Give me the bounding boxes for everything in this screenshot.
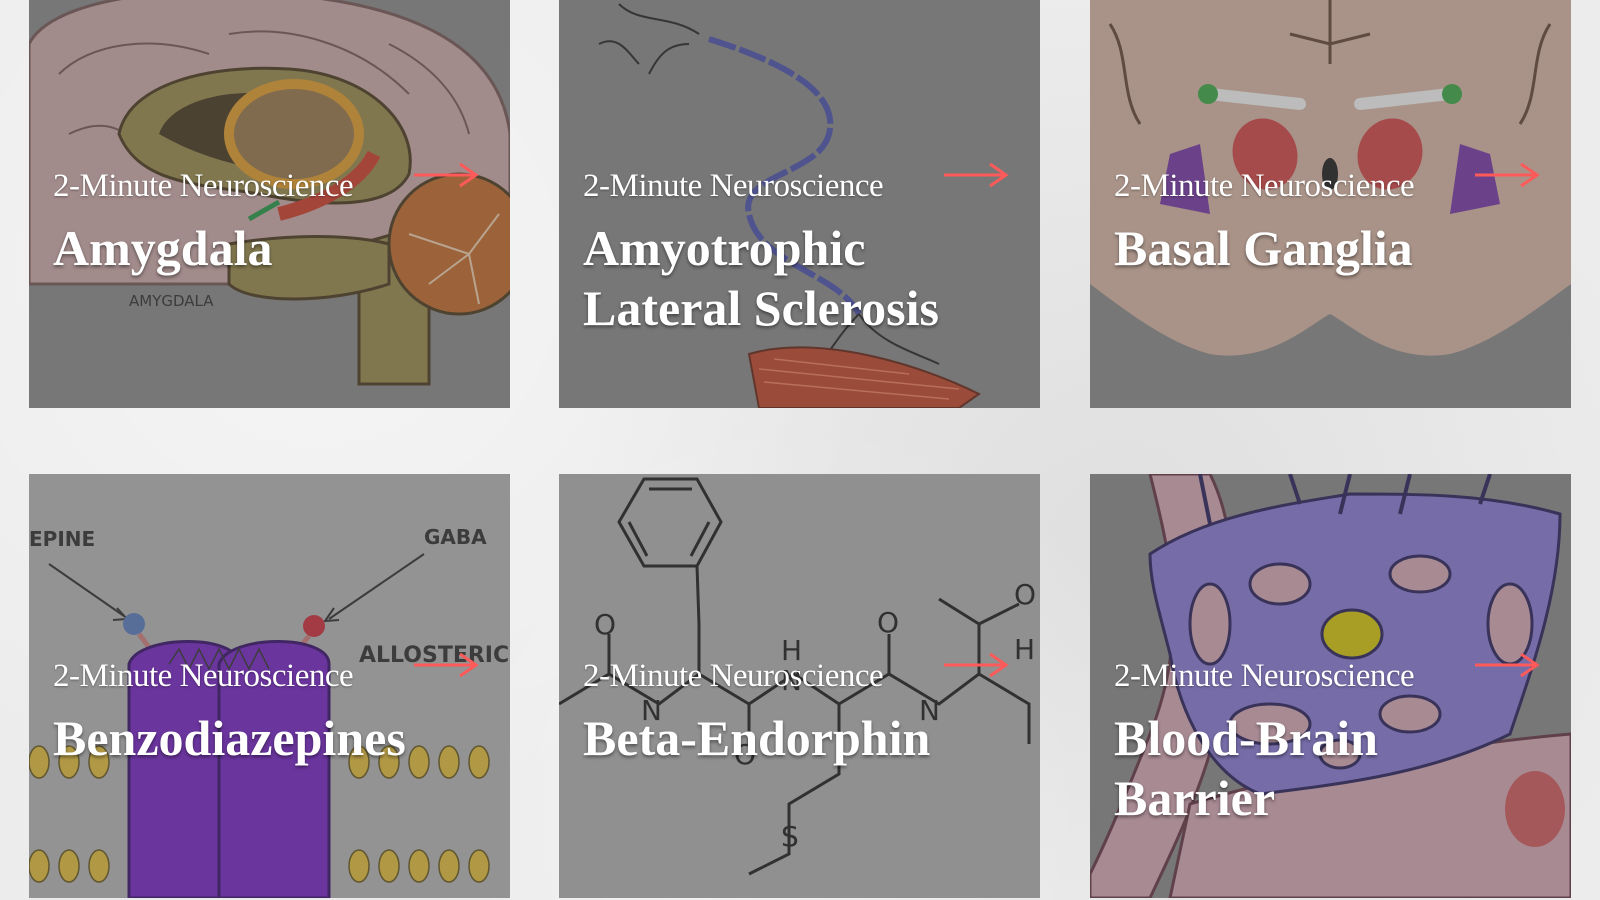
card-title: Blood-Brain Barrier <box>1114 710 1378 826</box>
card-beta-endorphin[interactable]: O O H N N N O O H S 2-Minute Neuroscienc… <box>559 474 1040 898</box>
card-title: Amyotrophic Lateral Sclerosis <box>583 220 939 336</box>
card-label: 2-Minute Neuroscience Blood-Brain Barrie… <box>1114 652 1551 828</box>
arrow-right-icon <box>944 162 1009 188</box>
card-benzodiazepines[interactable]: EPINE GABA ALLOSTERIC 2-Minute Neuroscie… <box>29 474 510 898</box>
card-title: Benzodiazepines <box>53 710 406 766</box>
arrow-right-icon <box>414 652 479 678</box>
arrow-right-icon <box>944 652 1009 678</box>
card-label: 2-Minute Neuroscience Amyotrophic Latera… <box>583 162 1020 338</box>
arrow-right-icon <box>1475 652 1540 678</box>
card-label: 2-Minute Neuroscience Amygdala <box>53 162 490 278</box>
card-label: 2-Minute Neuroscience Beta-Endorphin <box>583 652 1020 768</box>
card-amygdala[interactable]: AMYGDALA 2-Minute Neuroscience Amygdala <box>29 0 510 408</box>
card-basal-ganglia[interactable]: 2-Minute Neuroscience Basal Ganglia <box>1090 0 1571 408</box>
card-title: Basal Ganglia <box>1114 220 1413 276</box>
arrow-right-icon <box>1475 162 1540 188</box>
card-label: 2-Minute Neuroscience Basal Ganglia <box>1114 162 1551 278</box>
card-title: Amygdala <box>53 220 273 276</box>
arrow-right-icon <box>414 162 479 188</box>
card-label: 2-Minute Neuroscience Benzodiazepines <box>53 652 490 768</box>
card-blood-brain-barrier[interactable]: 2-Minute Neuroscience Blood-Brain Barrie… <box>1090 474 1571 898</box>
card-amyotrophic-lateral-sclerosis[interactable]: 2-Minute Neuroscience Amyotrophic Latera… <box>559 0 1040 408</box>
card-title: Beta-Endorphin <box>583 710 931 766</box>
